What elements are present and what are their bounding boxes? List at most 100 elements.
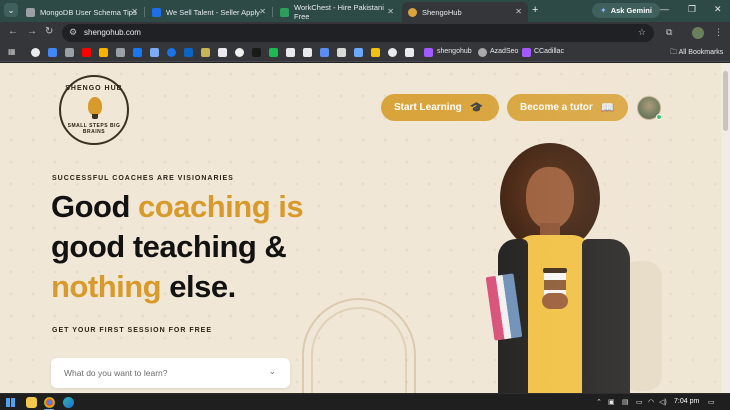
learn-search-select[interactable]: What do you want to learn? ⌄ bbox=[51, 358, 290, 388]
bookmark-ccadillac-icon[interactable] bbox=[522, 48, 531, 57]
tab-shengohub[interactable]: ShengoHub ✕ bbox=[402, 2, 528, 22]
headline-part-5: else. bbox=[161, 269, 236, 304]
close-icon[interactable]: ✕ bbox=[387, 7, 394, 16]
scrollbar-thumb[interactable] bbox=[723, 71, 728, 131]
gemini-sparkle-icon: ✦ bbox=[600, 6, 607, 15]
bookmark-green-icon[interactable] bbox=[269, 48, 278, 57]
bookmark-azadseo-icon[interactable] bbox=[478, 48, 487, 57]
bookmark-blue-icon[interactable] bbox=[48, 48, 57, 57]
url-text: shengohub.com bbox=[84, 28, 141, 37]
bookmark-white-icon[interactable] bbox=[388, 48, 397, 57]
minimize-icon[interactable]: — bbox=[660, 4, 669, 14]
start-learning-label: Start Learning bbox=[394, 102, 462, 113]
logo-top-text: SHENGO HUB bbox=[65, 85, 123, 92]
tab-favicon-icon bbox=[280, 7, 289, 17]
shengohub-logo[interactable]: SHENGO HUB SMALL STEPS BIG BRAINS bbox=[59, 75, 129, 145]
hero-headline: Good coaching is good teaching & nothing… bbox=[51, 187, 371, 307]
tab-favicon-icon bbox=[152, 7, 161, 17]
bookmark-figma-icon[interactable] bbox=[424, 48, 433, 57]
close-icon[interactable]: ✕ bbox=[515, 7, 522, 16]
bookmark-github-icon[interactable] bbox=[235, 48, 244, 57]
window-close-icon[interactable]: ✕ bbox=[714, 4, 722, 15]
all-bookmarks-label: All Bookmarks bbox=[678, 49, 724, 56]
bookmark-ccadillac[interactable]: CCadillac bbox=[534, 48, 564, 55]
online-status-dot bbox=[656, 114, 662, 120]
bookmark-facebook-icon[interactable] bbox=[133, 48, 142, 57]
bookmark-globe-icon[interactable] bbox=[31, 48, 40, 57]
volume-icon[interactable]: ◁) bbox=[659, 398, 667, 406]
bookmark-azadseo[interactable]: AzadSeo bbox=[490, 48, 518, 55]
site-info-icon[interactable]: ⚙ bbox=[69, 27, 77, 38]
tab-workchest[interactable]: WorkChest - Hire Pakistani Free ✕ bbox=[274, 2, 400, 22]
browser-menu-icon[interactable]: ⋮ bbox=[714, 27, 723, 38]
file-explorer-icon[interactable] bbox=[26, 397, 37, 408]
bookmark-yellow-icon[interactable] bbox=[371, 48, 380, 57]
bookmark-shengohub[interactable]: shengohub bbox=[437, 48, 472, 55]
start-learning-button[interactable]: Start Learning 🎓 bbox=[381, 94, 499, 121]
logo-bottom-text: SMALL STEPS BIG BRAINS bbox=[67, 123, 121, 135]
graduation-cap-icon: 🎓 bbox=[469, 102, 484, 114]
bookmark-l-icon[interactable] bbox=[201, 48, 210, 57]
ask-gemini-label: Ask Gemini bbox=[610, 6, 652, 15]
back-icon[interactable]: ← bbox=[8, 26, 18, 37]
windows-start-icon[interactable] bbox=[6, 398, 15, 407]
address-bar[interactable]: ⚙ shengohub.com ☆ bbox=[62, 24, 654, 42]
reload-icon[interactable]: ↻ bbox=[45, 26, 53, 37]
notifications-icon[interactable]: ▭ bbox=[708, 398, 715, 406]
close-icon[interactable]: ✕ bbox=[259, 7, 266, 16]
clock-time[interactable]: 7:04 pm bbox=[674, 398, 699, 405]
decorative-arch-inner bbox=[311, 307, 407, 393]
edge-icon[interactable] bbox=[63, 397, 74, 408]
become-tutor-button[interactable]: Become a tutor 📖 bbox=[507, 94, 628, 121]
bookmark-circle-icon[interactable] bbox=[167, 48, 176, 57]
tab-mongodb[interactable]: MongoDB User Schema Tips ✕ bbox=[20, 2, 145, 22]
headline-part-1: Good bbox=[51, 189, 139, 224]
tab-favicon-icon bbox=[408, 7, 417, 17]
maximize-icon[interactable]: ❐ bbox=[688, 4, 696, 15]
forward-icon[interactable]: → bbox=[27, 26, 37, 37]
ask-gemini-button[interactable]: ✦ Ask Gemini bbox=[592, 3, 660, 18]
face-shape bbox=[526, 167, 574, 229]
chevron-down-icon: ⌄ bbox=[268, 366, 276, 376]
new-tab-button[interactable]: + bbox=[532, 4, 538, 16]
extensions-icon[interactable]: ⧉ bbox=[666, 27, 672, 38]
bookmark-k-icon[interactable] bbox=[405, 48, 414, 57]
tab-separator bbox=[272, 7, 273, 17]
bookmark-linkedin-icon[interactable] bbox=[184, 48, 193, 57]
bookmark-gear-icon[interactable] bbox=[337, 48, 346, 57]
bookmark-square-icon[interactable] bbox=[150, 48, 159, 57]
bookmark-grey-icon[interactable] bbox=[65, 48, 74, 57]
bookmark-image-icon[interactable] bbox=[116, 48, 125, 57]
close-icon[interactable]: ✕ bbox=[131, 7, 138, 16]
tray-chevron-icon[interactable]: ⌃ bbox=[596, 398, 602, 406]
battery-icon[interactable]: ▭ bbox=[636, 398, 643, 406]
jacket-right-shape bbox=[582, 239, 630, 393]
headline-part-4: nothing bbox=[51, 269, 162, 304]
chrome-icon[interactable] bbox=[44, 397, 55, 408]
page-scrollbar[interactable] bbox=[721, 63, 730, 393]
os-taskbar: ⌃ ▣ ▤ ▭ ◠ ◁) 7:04 pm ▭ bbox=[0, 393, 730, 410]
browser-toolbar: ← → ↻ ⚙ shengohub.com ☆ ⧉ ⋮ bbox=[0, 22, 730, 44]
become-tutor-label: Become a tutor bbox=[520, 102, 593, 113]
bookmark-youtube-icon[interactable] bbox=[82, 48, 91, 57]
profile-avatar[interactable] bbox=[692, 27, 704, 39]
free-session-label: GET YOUR FIRST SESSION FOR FREE bbox=[52, 327, 212, 334]
all-bookmarks[interactable]: 🗀 All Bookmarks bbox=[670, 48, 723, 59]
bookmark-swirl-icon[interactable] bbox=[354, 48, 363, 57]
bookmark-cloud-icon[interactable] bbox=[320, 48, 329, 57]
apps-grid-icon[interactable]: ▦ bbox=[8, 47, 17, 56]
bookmark-dark-icon[interactable] bbox=[252, 48, 261, 57]
tray-app-icon[interactable]: ▣ bbox=[608, 398, 615, 406]
bookmark-slash-icon[interactable] bbox=[303, 48, 312, 57]
tab-wesell[interactable]: We Sell Talent - Seller Apply ✕ bbox=[146, 2, 273, 22]
tab-search-icon[interactable]: ⌄ bbox=[4, 3, 18, 17]
bookmark-triangle-icon[interactable] bbox=[286, 48, 295, 57]
headline-part-3: good teaching & bbox=[51, 229, 287, 264]
wifi-icon[interactable]: ◠ bbox=[648, 398, 654, 406]
search-placeholder: What do you want to learn? bbox=[64, 368, 168, 378]
bookmark-star-icon[interactable]: ☆ bbox=[638, 27, 646, 38]
tray-app2-icon[interactable]: ▤ bbox=[622, 398, 629, 406]
tab-favicon-icon bbox=[26, 7, 35, 17]
bookmark-doc-icon[interactable] bbox=[218, 48, 227, 57]
bookmark-g-icon[interactable] bbox=[99, 48, 108, 57]
